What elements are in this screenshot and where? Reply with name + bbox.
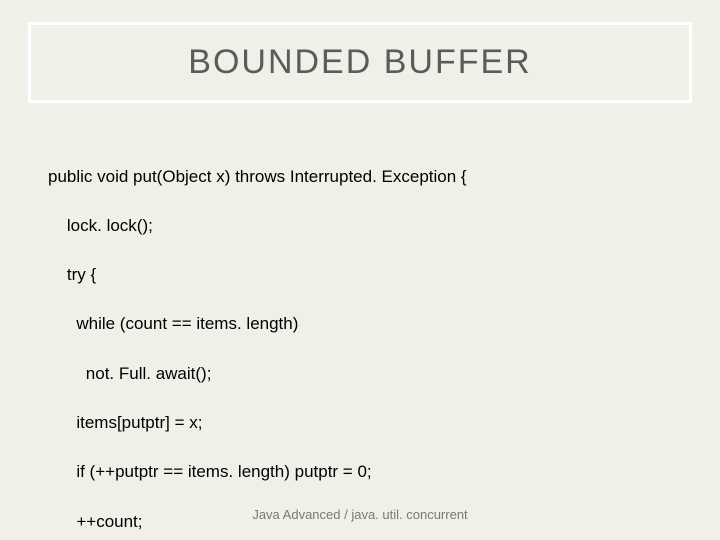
code-line: try { [48, 263, 672, 288]
code-line: lock. lock(); [48, 214, 672, 239]
code-line: items[putptr] = x; [48, 411, 672, 436]
code-block: public void put(Object x) throws Interru… [48, 140, 672, 540]
title-box: BOUNDED BUFFER [28, 22, 692, 103]
code-line: if (++putptr == items. length) putptr = … [48, 460, 672, 485]
code-line: public void put(Object x) throws Interru… [48, 165, 672, 190]
code-line: not. Full. await(); [48, 362, 672, 387]
page-title: BOUNDED BUFFER [31, 43, 689, 82]
code-line: while (count == items. length) [48, 312, 672, 337]
footer-text: Java Advanced / java. util. concurrent [0, 507, 720, 522]
